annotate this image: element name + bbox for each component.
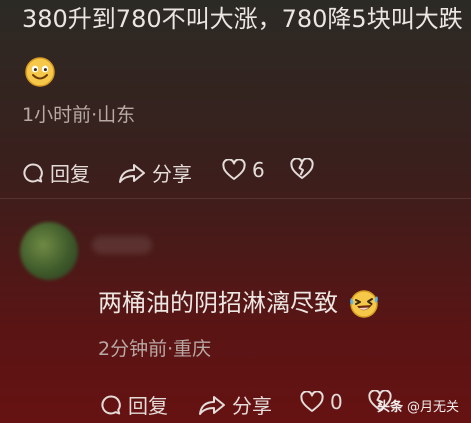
share-label: 分享 (152, 162, 192, 186)
avatar[interactable] (20, 222, 78, 280)
watermark: 头条 @月无关 (377, 396, 459, 415)
comment-meta: 1小时前·山东 (22, 104, 136, 126)
reply-label: 回复 (50, 162, 90, 186)
like-button[interactable]: 0 (300, 390, 343, 414)
divider (0, 198, 471, 199)
watermark-user: @月无关 (406, 400, 459, 415)
share-label: 分享 (232, 394, 272, 418)
comment-bubble-icon (101, 394, 121, 414)
comment-bubble-icon (23, 162, 43, 182)
comment-text: 两桶油的阴招淋漓尽致 (98, 288, 338, 318)
comment-text-content: 两桶油的阴招淋漓尽致 (98, 289, 338, 317)
like-count: 0 (330, 390, 343, 414)
share-arrow-icon (199, 395, 225, 415)
dislike-button[interactable] (290, 158, 314, 180)
comment-text: 380升到780不叫大涨，780降5块叫大跌 (22, 5, 463, 33)
reply-button[interactable]: 回复 (100, 390, 168, 419)
broken-heart-icon (290, 158, 314, 179)
share-button[interactable]: 分享 (118, 158, 192, 187)
reply-button[interactable]: 回复 (22, 158, 90, 187)
laughing-tears-emoji-icon (350, 290, 378, 318)
blurred-username (92, 236, 152, 254)
smiling-face-emoji-icon (25, 57, 55, 87)
heart-icon (222, 159, 246, 180)
reply-label: 回复 (128, 394, 168, 418)
like-count: 6 (252, 158, 265, 182)
like-button[interactable]: 6 (222, 158, 265, 182)
share-button[interactable]: 分享 (198, 390, 272, 419)
heart-icon (300, 391, 324, 412)
watermark-brand: 头条 (376, 400, 403, 415)
share-arrow-icon (119, 163, 145, 183)
comment-meta: 2分钟前·重庆 (98, 338, 212, 360)
